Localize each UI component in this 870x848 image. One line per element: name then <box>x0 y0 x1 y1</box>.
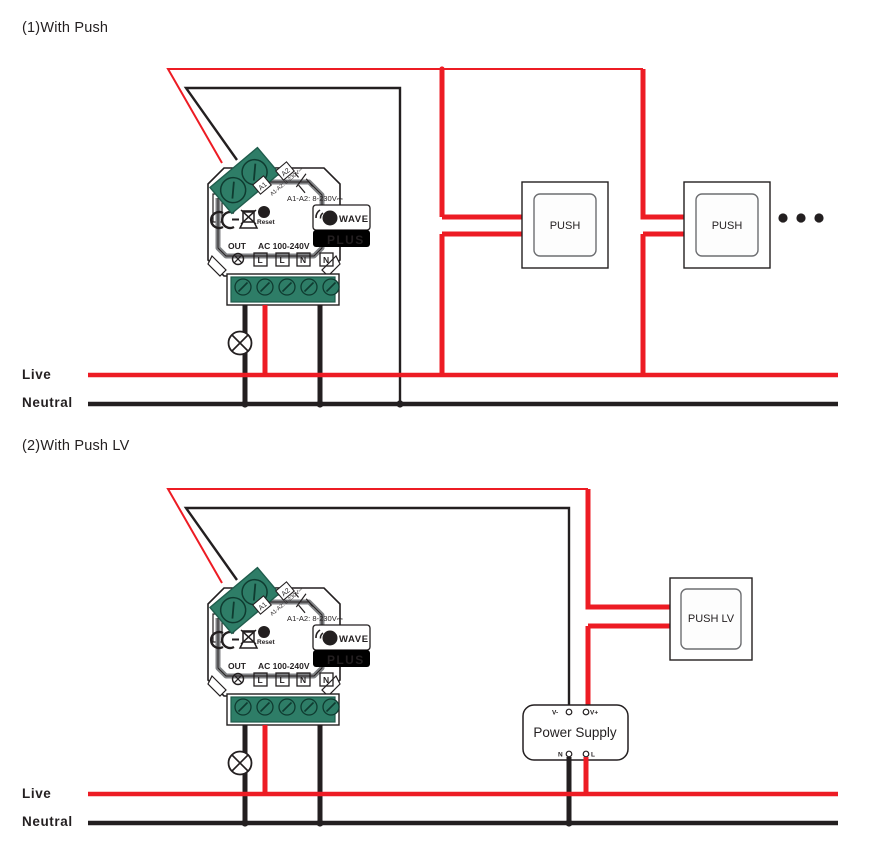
push-button-label-1: PUSH <box>550 220 581 232</box>
section-1-diagram: A1-A2: 8-230V⎓ Reset Z WAVE PLUS OUT AC … <box>88 66 838 408</box>
power-supply-block: Power Supply V- V+ N L <box>522 704 629 761</box>
ps-terminal-label-vminus: V- <box>552 710 558 717</box>
push-lv-wiring-2 <box>585 489 672 705</box>
wiring-diagram-page: (1)With Push (2)With Push LV Live Neutra… <box>0 0 870 848</box>
power-wiring-1 <box>242 305 323 404</box>
junction-dot <box>565 819 573 827</box>
push-lv-button-label: PUSH LV <box>688 613 735 625</box>
terminal-label-l2-2: L <box>280 675 285 685</box>
out-label-2: OUT <box>228 661 247 671</box>
terminal-label-n2-2: N <box>323 675 329 685</box>
zwave-plus-suffix-2: PLUS <box>327 653 365 667</box>
push-lv-button[interactable]: PUSH LV <box>669 577 753 661</box>
zwave-brand-2: WAVE <box>339 634 369 645</box>
lamp-symbol-2 <box>227 750 253 776</box>
junction-dot <box>241 400 249 408</box>
push-button-1[interactable]: PUSH <box>521 181 609 269</box>
section-2-diagram: A1-A2: 8-230V⎓ Reset Z WAVE PLUS OUT AC … <box>88 488 838 827</box>
power-wiring-2 <box>242 725 323 823</box>
bottom-terminal-block-1 <box>226 273 340 306</box>
push-button-2[interactable]: PUSH <box>683 181 771 269</box>
ps-terminal-label-n: N <box>558 752 563 759</box>
ps-terminal-label-vplus: V+ <box>590 710 598 717</box>
terminal-label-l1-1: L <box>258 255 263 265</box>
junction-dot <box>241 819 249 827</box>
terminal-label-n2-1: N <box>323 255 329 265</box>
bottom-terminal-block-2 <box>226 693 340 726</box>
svg-text:Z: Z <box>327 634 333 645</box>
mains-label-1: AC 100-240V <box>258 241 310 251</box>
junction-dot <box>396 400 404 408</box>
reset-button-1[interactable] <box>258 206 270 218</box>
reset-button-2[interactable] <box>258 626 270 638</box>
terminal-label-n1-2: N <box>300 675 306 685</box>
device-input-spec-1: A1-A2: 8-230V⎓ <box>287 194 344 203</box>
terminal-label-n1-1: N <box>300 255 306 265</box>
zwave-plus-suffix-1: PLUS <box>327 233 365 247</box>
junction-dot <box>316 400 324 408</box>
reset-label-2: Reset <box>257 639 276 646</box>
zwave-plus-logo-2: Z WAVE PLUS <box>312 624 371 667</box>
lamp-symbol-1 <box>227 330 253 356</box>
junction-dot <box>316 819 324 827</box>
zwave-brand-1: WAVE <box>339 214 369 225</box>
out-label-1: OUT <box>228 241 247 251</box>
diagram-canvas: A1-A2: 8-230V⎓ Reset Z WAVE PLUS OUT AC … <box>88 66 838 827</box>
zwave-plus-logo-1: Z WAVE PLUS <box>312 204 371 247</box>
ps-terminal-label-l: L <box>591 752 595 759</box>
mains-label-2: AC 100-240V <box>258 661 310 671</box>
reset-label-1: Reset <box>257 219 276 226</box>
terminal-label-l2-1: L <box>280 255 285 265</box>
svg-text:Z: Z <box>327 214 333 225</box>
junction-dot <box>439 66 445 72</box>
power-supply-label: Power Supply <box>533 725 617 740</box>
push-button-label-2: PUSH <box>712 220 743 232</box>
device-input-spec-2: A1-A2: 8-230V⎓ <box>287 614 344 623</box>
continuation-dots-1 <box>778 213 824 223</box>
terminal-label-l1-2: L <box>258 675 263 685</box>
